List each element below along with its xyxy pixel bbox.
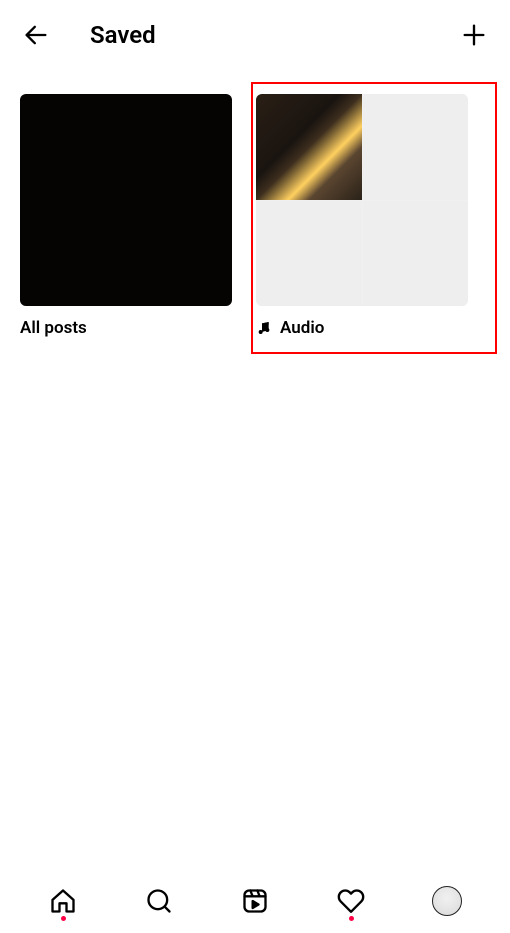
- nav-activity[interactable]: [335, 879, 367, 923]
- audio-thumb-cell-2: [363, 94, 469, 200]
- nav-reels[interactable]: [239, 879, 271, 923]
- add-collection-button[interactable]: [458, 19, 490, 51]
- plus-icon: [460, 21, 488, 49]
- all-posts-label-text: All posts: [20, 318, 87, 338]
- audio-thumbnail: [256, 94, 468, 306]
- reels-icon: [241, 887, 269, 915]
- collection-label: Audio: [256, 318, 468, 338]
- activity-notification-dot: [349, 916, 354, 921]
- home-icon: [49, 887, 77, 915]
- audio-thumb-cell-3: [256, 201, 362, 307]
- back-button[interactable]: [20, 19, 52, 51]
- page-title: Saved: [90, 21, 458, 49]
- all-posts-thumbnail: [20, 94, 232, 306]
- audio-thumb-cell-1: [256, 94, 362, 200]
- search-icon: [145, 887, 173, 915]
- nav-home[interactable]: [47, 879, 79, 923]
- header: Saved: [0, 0, 510, 70]
- profile-avatar-icon: [432, 886, 462, 916]
- collection-all-posts[interactable]: All posts: [20, 94, 232, 338]
- collection-audio[interactable]: Audio: [256, 94, 468, 338]
- home-notification-dot: [61, 916, 66, 921]
- collections-grid: All posts Audio: [0, 70, 510, 338]
- audio-thumb-cell-4: [363, 201, 469, 307]
- audio-label-text: Audio: [280, 318, 324, 338]
- back-arrow-icon: [22, 21, 50, 49]
- nav-search[interactable]: [143, 879, 175, 923]
- bottom-navigation: [0, 868, 510, 933]
- heart-icon: [337, 887, 365, 915]
- nav-profile[interactable]: [431, 879, 463, 923]
- music-note-icon: [256, 320, 272, 336]
- collection-label: All posts: [20, 318, 232, 338]
